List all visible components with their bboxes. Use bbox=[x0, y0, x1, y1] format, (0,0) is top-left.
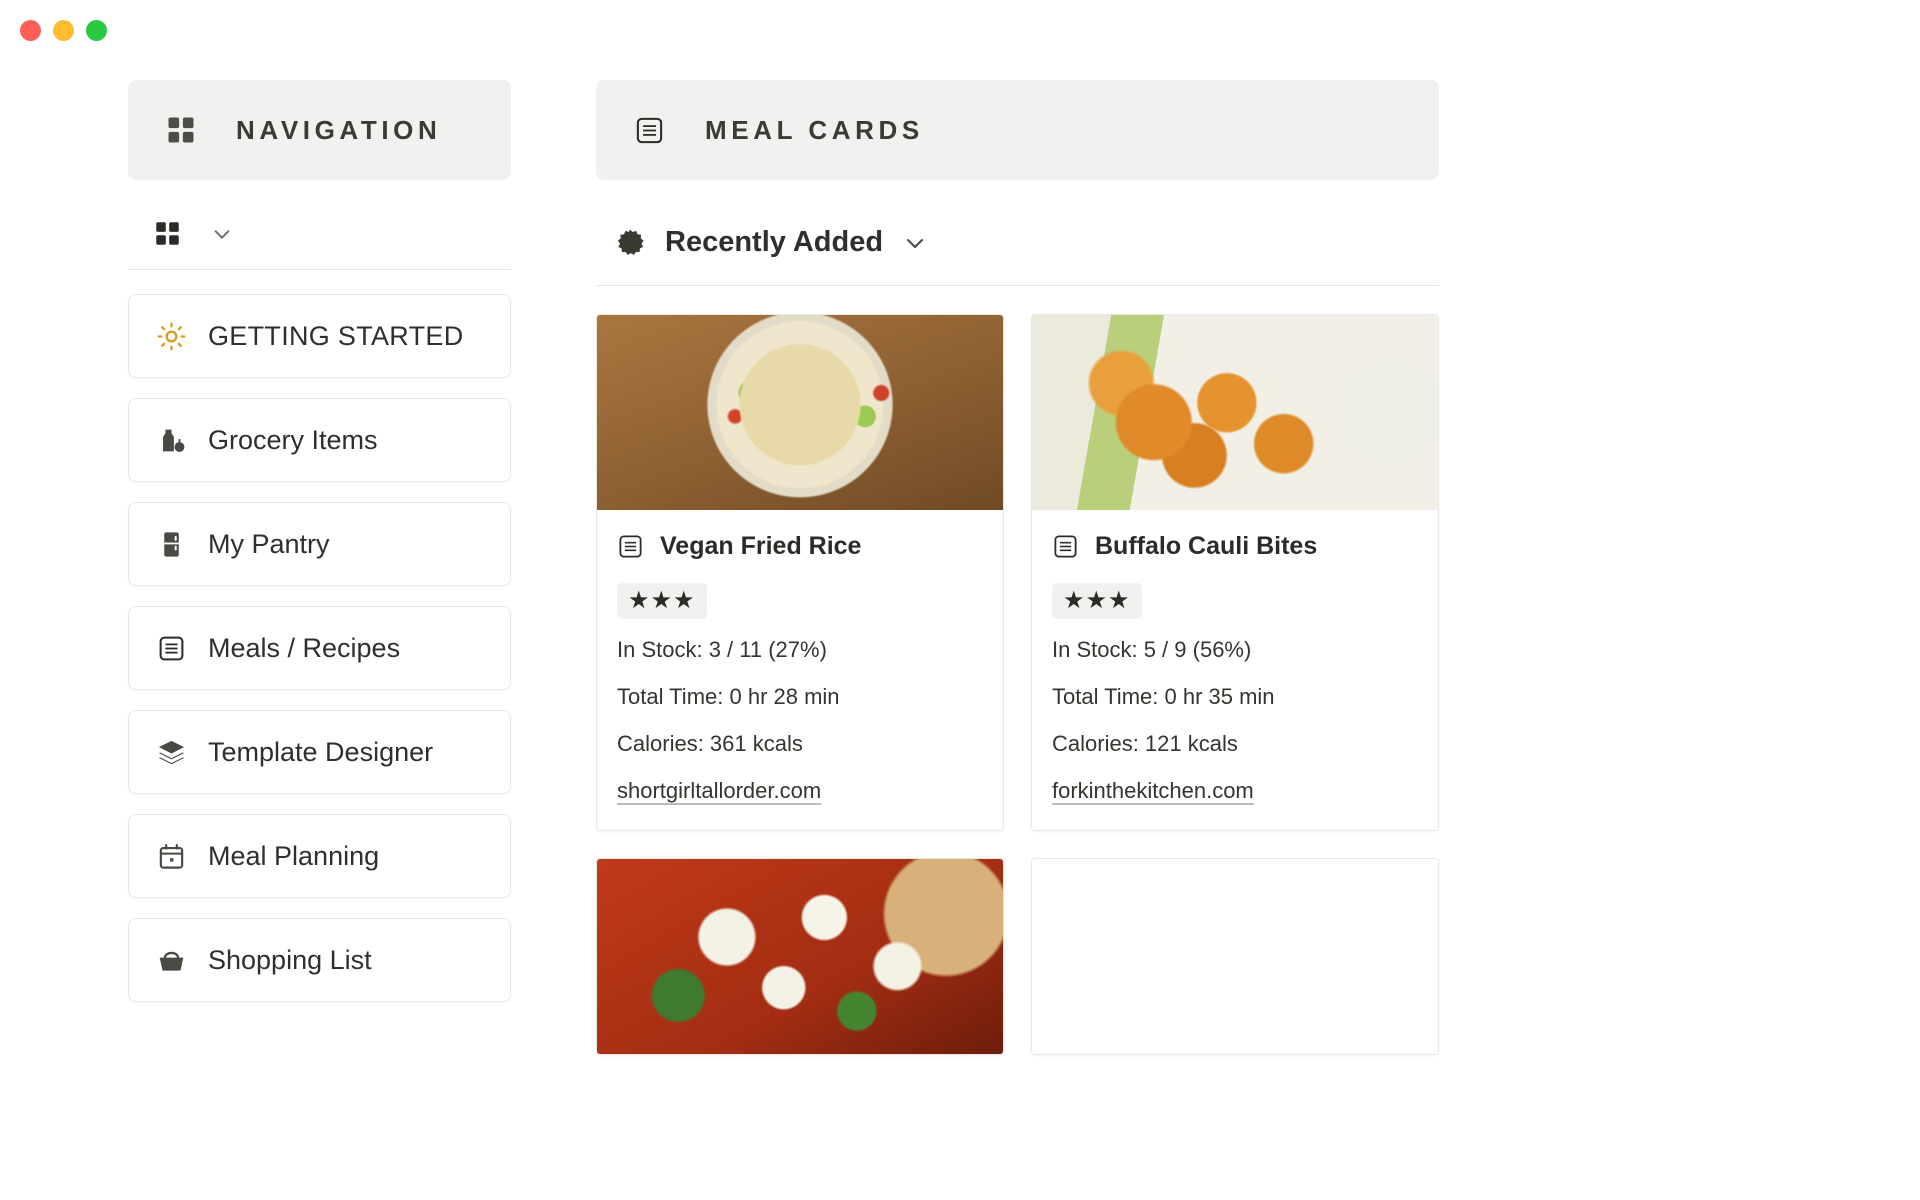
document-icon bbox=[617, 533, 644, 560]
sidebar-item-label: Template Designer bbox=[208, 736, 434, 767]
meal-card[interactable]: Buffalo Cauli Bites ★★★ In Stock: 5 / 9 … bbox=[1031, 314, 1439, 831]
calories-stat: Calories: 361 kcals bbox=[617, 730, 803, 756]
sidebar-view-toolbar bbox=[128, 180, 511, 269]
meal-card-image bbox=[1032, 859, 1438, 1054]
meal-card-image bbox=[597, 315, 1003, 510]
document-icon bbox=[157, 634, 186, 663]
total-time-stat: Total Time: 0 hr 28 min bbox=[617, 683, 840, 709]
sidebar-item-grocery-items[interactable]: Grocery Items bbox=[128, 398, 511, 482]
sidebar-item-shopping-list[interactable]: Shopping List bbox=[128, 918, 511, 1002]
meal-card-title-row: Vegan Fried Rice bbox=[617, 532, 983, 561]
shakshuka-photo bbox=[597, 858, 1003, 1054]
sidebar-item-label: Shopping List bbox=[208, 944, 372, 975]
section-heading: Recently Added bbox=[665, 226, 884, 258]
sidebar-item-label: My Pantry bbox=[208, 528, 330, 559]
window-titlebar bbox=[0, 0, 1920, 60]
source-link[interactable]: shortgirltallorder.com bbox=[617, 778, 821, 804]
window-maximize-button[interactable] bbox=[86, 19, 107, 41]
sidebar-item-getting-started[interactable]: GETTING STARTED bbox=[128, 294, 511, 378]
meal-card-image bbox=[1032, 315, 1438, 510]
meal-card-body: Buffalo Cauli Bites ★★★ In Stock: 5 / 9 … bbox=[1032, 510, 1438, 830]
shepherds-pie-photo bbox=[1032, 859, 1438, 1054]
main-content: MEAL CARDS Recently Added Vegan Fried Ri… bbox=[596, 80, 1439, 1055]
layers-icon bbox=[157, 738, 186, 767]
refrigerator-icon bbox=[157, 530, 186, 559]
sidebar-item-my-pantry[interactable]: My Pantry bbox=[128, 502, 511, 586]
document-icon bbox=[1052, 533, 1079, 560]
meal-card-title-row: Buffalo Cauli Bites bbox=[1052, 532, 1418, 561]
sidebar-title: NAVIGATION bbox=[236, 114, 442, 145]
sidebar-item-meals-recipes[interactable]: Meals / Recipes bbox=[128, 606, 511, 690]
document-icon bbox=[634, 115, 665, 146]
source-link[interactable]: forkinthekitchen.com bbox=[1052, 778, 1254, 804]
meal-card-body: Vegan Fried Rice ★★★ In Stock: 3 / 11 (2… bbox=[597, 510, 1003, 830]
sidebar-item-label: Meal Planning bbox=[208, 840, 380, 871]
sidebar-header: NAVIGATION bbox=[128, 80, 511, 180]
meal-card[interactable]: Vegan Fried Rice ★★★ In Stock: 3 / 11 (2… bbox=[596, 314, 1004, 831]
chevron-down-icon[interactable] bbox=[211, 223, 233, 245]
grid-icon bbox=[166, 115, 196, 145]
calendar-icon bbox=[157, 842, 186, 871]
vegan-fried-rice-photo bbox=[597, 315, 1003, 510]
main-title: MEAL CARDS bbox=[705, 114, 924, 145]
grid-icon[interactable] bbox=[154, 220, 181, 247]
main-header: MEAL CARDS bbox=[596, 80, 1439, 180]
meal-card-title: Buffalo Cauli Bites bbox=[1095, 532, 1318, 560]
total-time-stat: Total Time: 0 hr 35 min bbox=[1052, 683, 1275, 709]
basket-icon bbox=[157, 946, 186, 975]
section-recently-added[interactable]: Recently Added bbox=[596, 180, 1439, 285]
sidebar-item-template-designer[interactable]: Template Designer bbox=[128, 710, 511, 794]
sidebar-item-label: Grocery Items bbox=[208, 424, 378, 455]
window-minimize-button[interactable] bbox=[53, 19, 74, 41]
sidebar-item-label: Meals / Recipes bbox=[208, 632, 401, 663]
meal-cards-grid: Vegan Fried Rice ★★★ In Stock: 3 / 11 (2… bbox=[596, 286, 1439, 1055]
sidebar-item-label: GETTING STARTED bbox=[208, 320, 464, 351]
starburst-icon bbox=[615, 228, 645, 258]
meal-card-image bbox=[597, 858, 1003, 1054]
page-body: NAVIGATION GETTING STARTED Grocery Items… bbox=[0, 60, 1920, 1055]
window-close-button[interactable] bbox=[20, 19, 41, 41]
sun-icon bbox=[157, 322, 186, 351]
in-stock-stat: In Stock: 3 / 11 (27%) bbox=[617, 636, 827, 662]
sidebar-item-meal-planning[interactable]: Meal Planning bbox=[128, 814, 511, 898]
sidebar-nav-list: GETTING STARTED Grocery Items My Pantry … bbox=[128, 270, 511, 1002]
rating-badge: ★★★ bbox=[617, 583, 707, 619]
meal-card[interactable] bbox=[1031, 857, 1439, 1055]
buffalo-cauliflower-photo bbox=[1032, 315, 1438, 510]
in-stock-stat: In Stock: 5 / 9 (56%) bbox=[1052, 636, 1252, 662]
calories-stat: Calories: 121 kcals bbox=[1052, 730, 1238, 756]
grocery-icon bbox=[157, 426, 186, 455]
meal-card[interactable] bbox=[596, 857, 1004, 1055]
chevron-down-icon[interactable] bbox=[903, 231, 927, 255]
meal-card-title: Vegan Fried Rice bbox=[660, 532, 862, 560]
sidebar: NAVIGATION GETTING STARTED Grocery Items… bbox=[128, 80, 511, 1055]
rating-badge: ★★★ bbox=[1052, 583, 1142, 619]
